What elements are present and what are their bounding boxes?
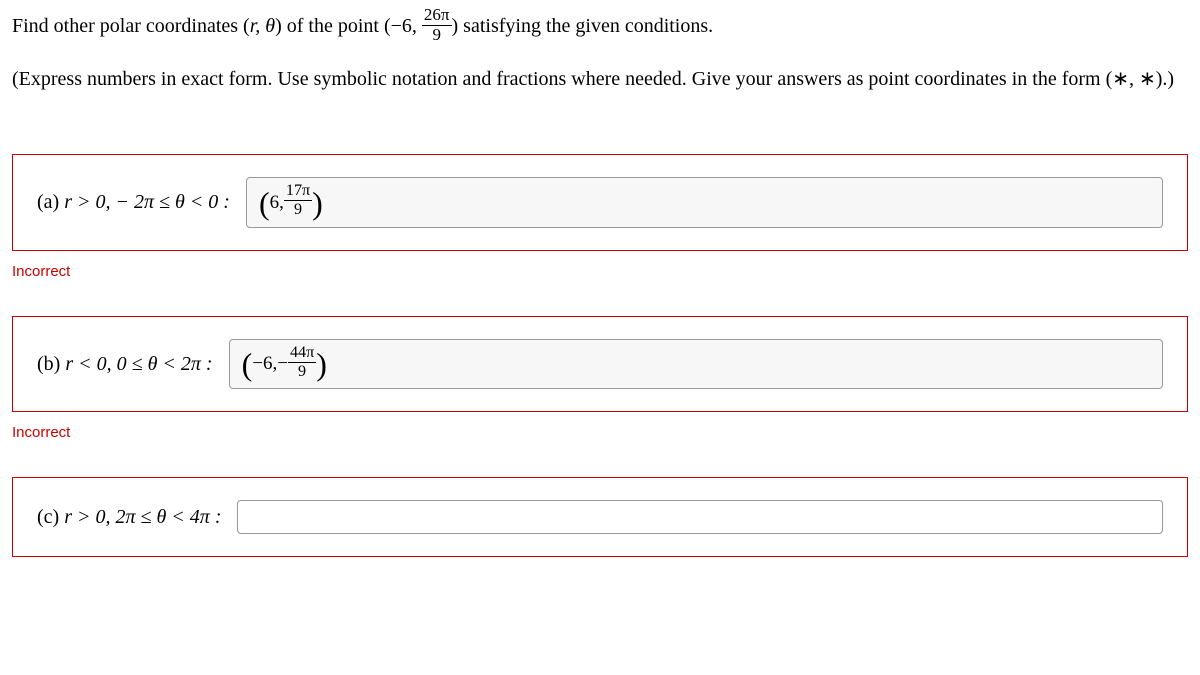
answer-b-fraction: 44π 9 bbox=[288, 344, 316, 381]
part-c-prefix: (c) bbox=[37, 506, 64, 528]
status-a: Incorrect bbox=[12, 263, 1188, 280]
answer-b-prefix: −6,− bbox=[252, 353, 288, 375]
question-frac-den: 9 bbox=[422, 26, 452, 45]
question-prefix: Find other polar coordinates ( bbox=[12, 15, 250, 37]
answer-b-frac-num: 44π bbox=[288, 344, 316, 363]
answer-input-c[interactable] bbox=[237, 500, 1163, 534]
question-mid: ) of the point (−6, bbox=[275, 15, 422, 37]
part-a-label: (a) r > 0, − 2π ≤ θ < 0 : bbox=[37, 191, 230, 214]
answer-a-frac-den: 9 bbox=[284, 201, 312, 219]
answer-input-a[interactable]: ( 6, 17π 9 ) bbox=[246, 177, 1163, 228]
open-paren-icon: ( bbox=[242, 348, 253, 380]
part-a-condition: r > 0, − 2π ≤ θ < 0 : bbox=[64, 191, 230, 213]
part-c-label: (c) r > 0, 2π ≤ θ < 4π : bbox=[37, 506, 221, 529]
close-paren-icon: ) bbox=[316, 348, 327, 380]
answer-b-content: ( −6,− 44π 9 ) bbox=[242, 346, 327, 383]
part-b-condition: r < 0, 0 ≤ θ < 2π : bbox=[65, 353, 212, 375]
question-fraction: 26π9 bbox=[422, 6, 452, 44]
question-prompt: Find other polar coordinates (r, θ) of t… bbox=[12, 8, 1188, 46]
close-paren-icon: ) bbox=[312, 187, 323, 219]
open-paren-icon: ( bbox=[259, 187, 270, 219]
answer-input-b[interactable]: ( −6,− 44π 9 ) bbox=[229, 339, 1163, 390]
status-b: Incorrect bbox=[12, 424, 1188, 441]
question-vars: r, θ bbox=[250, 15, 275, 37]
answer-box-b: (b) r < 0, 0 ≤ θ < 2π : ( −6,− 44π 9 ) bbox=[12, 316, 1188, 413]
part-a-prefix: (a) bbox=[37, 191, 64, 213]
answer-box-c: (c) r > 0, 2π ≤ θ < 4π : bbox=[12, 477, 1188, 557]
answer-a-content: ( 6, 17π 9 ) bbox=[259, 184, 323, 221]
instruction-text: (Express numbers in exact form. Use symb… bbox=[12, 64, 1188, 94]
answer-box-a: (a) r > 0, − 2π ≤ θ < 0 : ( 6, 17π 9 ) bbox=[12, 154, 1188, 251]
question-frac-num: 26π bbox=[422, 6, 452, 26]
part-b-prefix: (b) bbox=[37, 353, 65, 375]
part-c-condition: r > 0, 2π ≤ θ < 4π : bbox=[64, 506, 221, 528]
question-suffix: ) satisfying the given conditions. bbox=[452, 15, 714, 37]
answer-a-prefix: 6, bbox=[270, 192, 284, 214]
answer-a-fraction: 17π 9 bbox=[284, 182, 312, 219]
answer-a-frac-num: 17π bbox=[284, 182, 312, 201]
answer-b-frac-den: 9 bbox=[288, 363, 316, 381]
part-b-label: (b) r < 0, 0 ≤ θ < 2π : bbox=[37, 353, 213, 376]
